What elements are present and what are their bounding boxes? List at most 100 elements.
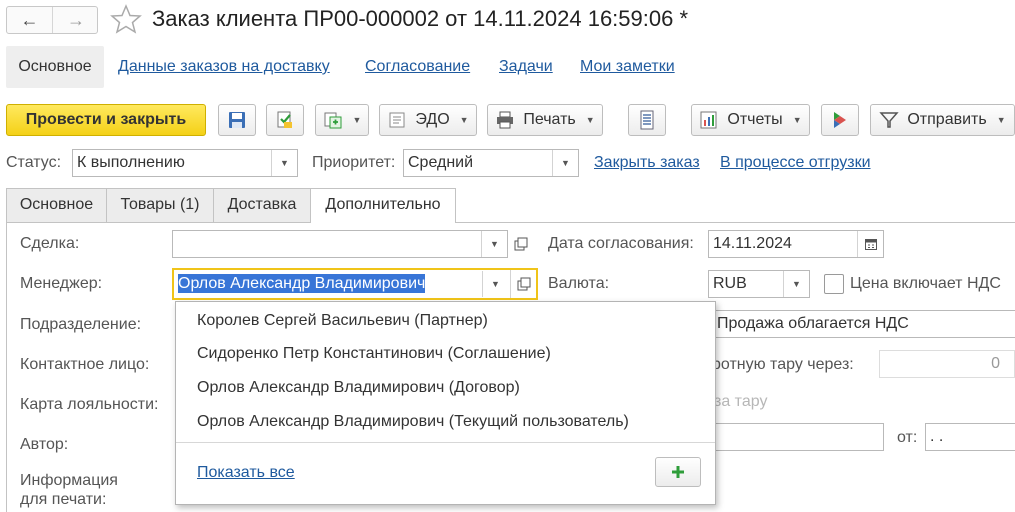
document-date-field[interactable]: . . — [925, 423, 1015, 451]
post-button[interactable] — [266, 104, 304, 136]
return-tare-label: ротную тару через: — [712, 356, 854, 373]
post-document-icon — [277, 111, 292, 128]
send-button[interactable]: Отправить ▼ — [870, 104, 1015, 136]
print-label: Печать — [523, 111, 576, 128]
create-based-on-icon — [324, 112, 342, 129]
print-button[interactable]: Печать ▼ — [487, 104, 603, 136]
currency-label: Валюта: — [548, 275, 610, 292]
contact-person-label: Контактное лицо: — [20, 356, 150, 373]
loyalty-card-label: Карта лояльности: — [20, 396, 159, 413]
tab-goods[interactable]: Товары (1) — [106, 188, 214, 222]
shipping-status-link[interactable]: В процессе отгрузки — [720, 154, 871, 172]
chevron-down-icon: ▼ — [996, 115, 1006, 125]
add-new-button[interactable] — [655, 457, 701, 487]
return-tare-days-value: 0 — [991, 355, 1000, 372]
tare-deposit-label: за тару — [714, 393, 768, 410]
vat-taxation-select[interactable]: Продажа облагается НДС — [712, 310, 1015, 338]
approval-date-label: Дата согласования: — [548, 235, 694, 252]
assistant-button[interactable] — [821, 104, 859, 136]
tab-delivery[interactable]: Доставка — [213, 188, 311, 222]
printer-icon — [497, 111, 514, 129]
save-button[interactable] — [218, 104, 256, 136]
calendar-icon[interactable] — [857, 231, 883, 257]
reports-button[interactable]: Отчеты ▼ — [691, 104, 810, 136]
chevron-down-icon: ▼ — [352, 115, 362, 125]
edo-icon — [389, 112, 405, 128]
create-based-on-button[interactable]: ▼ — [315, 104, 369, 136]
chevron-down-icon[interactable]: ▼ — [271, 150, 297, 176]
open-manager-button[interactable] — [510, 270, 536, 298]
status-label: Статус: — [6, 154, 62, 171]
nav-tab-tasks[interactable]: Задачи — [499, 46, 553, 88]
report-chart-icon — [700, 111, 717, 129]
chevron-down-icon: ▼ — [585, 115, 595, 125]
approval-date-value: 14.11.2024 — [713, 235, 792, 252]
plus-icon — [672, 466, 684, 478]
manager-field[interactable]: Орлов Александр Владимирович ▼ — [172, 268, 538, 300]
return-tare-days-field[interactable]: 0 — [879, 350, 1015, 378]
reports-label: Отчеты — [727, 111, 783, 128]
document-date-value: . . — [930, 428, 944, 445]
structure-button[interactable] — [628, 104, 666, 136]
back-arrow-icon: ← — [20, 9, 39, 30]
open-window-icon — [517, 277, 530, 291]
nav-tab-notes[interactable]: Мои заметки — [580, 46, 675, 88]
manager-dropdown: Королев Сергей Васильевич (Партнер) Сидо… — [175, 301, 716, 505]
department-label: Подразделение: — [20, 316, 142, 333]
post-and-close-button[interactable]: Провести и закрыть — [6, 104, 206, 136]
manager-label: Менеджер: — [20, 275, 103, 292]
priority-label: Приоритет: — [312, 154, 396, 171]
chevron-down-icon: ▼ — [792, 115, 802, 125]
priority-select[interactable]: Средний ▼ — [403, 149, 579, 177]
tab-additional[interactable]: Дополнительно — [310, 188, 456, 223]
window-title: Заказ клиента ПР00-000002 от 14.11.2024 … — [152, 6, 689, 31]
list-icon — [640, 110, 654, 130]
edo-button[interactable]: ЭДО ▼ — [379, 104, 477, 136]
dropdown-item[interactable]: Орлов Александр Владимирович (Текущий по… — [197, 413, 629, 431]
vat-taxation-value: Продажа облагается НДС — [717, 315, 909, 332]
edo-label: ЭДО — [415, 111, 450, 128]
vat-included-checkbox[interactable] — [824, 274, 844, 294]
priority-value: Средний — [408, 154, 474, 171]
nav-tab-main[interactable]: Основное — [6, 46, 104, 88]
status-value: К выполнению — [77, 154, 185, 171]
nav-tab-approval[interactable]: Согласование — [365, 46, 470, 88]
status-select[interactable]: К выполнению ▼ — [72, 149, 298, 177]
print-info-label-line1: Информация — [20, 472, 118, 489]
approval-date-field[interactable]: 14.11.2024 — [708, 230, 884, 258]
from-label: от: — [897, 429, 918, 446]
tab-main[interactable]: Основное — [6, 188, 107, 222]
dropdown-divider — [176, 442, 715, 443]
deal-field[interactable]: ▼ — [172, 230, 508, 258]
chevron-down-icon[interactable]: ▼ — [783, 271, 809, 297]
deal-label: Сделка: — [20, 235, 80, 252]
star-icon[interactable] — [110, 4, 142, 34]
nav-tab-delivery-orders[interactable]: Данные заказов на доставку — [118, 46, 330, 88]
print-info-label: Информация для печати: — [20, 471, 118, 509]
back-button[interactable]: ← — [7, 7, 53, 33]
play-colors-icon — [834, 112, 846, 128]
dropdown-item[interactable]: Орлов Александр Владимирович (Договор) — [197, 379, 520, 397]
author-label: Автор: — [20, 436, 69, 453]
document-number-field[interactable] — [712, 423, 884, 451]
vat-included-label: Цена включает НДС — [850, 275, 1001, 292]
post-and-close-label: Провести и закрыть — [25, 111, 187, 128]
history-nav: ← → — [6, 6, 98, 34]
open-window-icon — [514, 237, 528, 251]
currency-value: RUB — [713, 275, 747, 292]
close-order-link[interactable]: Закрыть заказ — [594, 154, 700, 172]
print-info-label-line2: для печати: — [20, 491, 107, 508]
currency-select[interactable]: RUB ▼ — [708, 270, 810, 298]
show-all-link[interactable]: Показать все — [197, 464, 295, 482]
chevron-down-icon[interactable]: ▼ — [481, 231, 507, 257]
dropdown-item[interactable]: Королев Сергей Васильевич (Партнер) — [197, 312, 488, 330]
forward-arrow-icon: → — [67, 9, 85, 30]
forward-button[interactable]: → — [53, 7, 99, 33]
send-label: Отправить — [907, 111, 987, 128]
chevron-down-icon: ▼ — [459, 115, 469, 125]
chevron-down-icon[interactable]: ▼ — [482, 271, 508, 297]
dropdown-item[interactable]: Сидоренко Петр Константинович (Соглашени… — [197, 345, 551, 363]
chevron-down-icon[interactable]: ▼ — [552, 150, 578, 176]
save-icon — [229, 112, 245, 128]
open-deal-button[interactable] — [508, 230, 534, 258]
